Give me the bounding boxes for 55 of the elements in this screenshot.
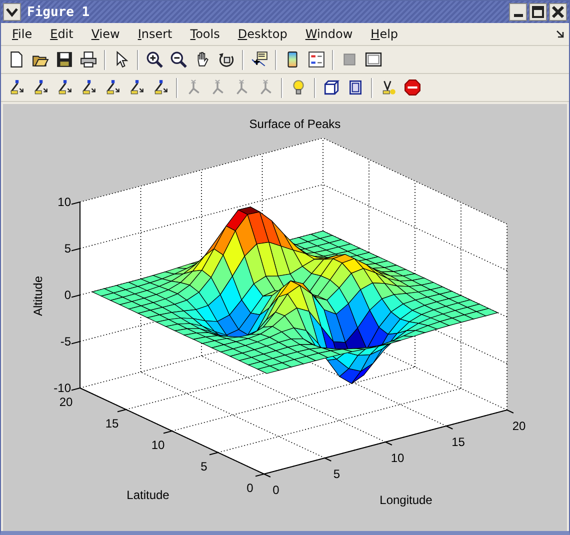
menu-item[interactable]: Help — [370, 27, 398, 41]
stop-icon[interactable] — [404, 79, 421, 96]
camera-arrows-icon[interactable] — [8, 79, 25, 96]
chevron-down-icon[interactable] — [3, 3, 21, 21]
menu-item[interactable]: Insert — [138, 27, 172, 41]
camera-arrows-icon[interactable] — [80, 79, 97, 96]
data-cursor-icon[interactable] — [251, 51, 268, 68]
camera-light-icon[interactable] — [380, 79, 397, 96]
tick-label: 0 — [64, 288, 71, 302]
tick-label: 15 — [452, 435, 465, 449]
save-icon[interactable] — [56, 51, 73, 68]
dock-arrow-icon[interactable] — [555, 29, 565, 39]
cube-icon[interactable] — [323, 79, 340, 96]
camera-arrows-icon[interactable] — [32, 79, 49, 96]
tick-label: 5 — [333, 467, 340, 481]
axis-label: Longitude — [380, 493, 432, 507]
menu-item[interactable]: Desktop — [238, 27, 288, 41]
tick-label: 5 — [200, 460, 208, 474]
tick-label: 10 — [58, 195, 71, 209]
maximize-icon[interactable] — [529, 3, 547, 21]
camera-arrows-icon[interactable] — [56, 79, 73, 96]
rotate-icon[interactable] — [218, 51, 235, 68]
tick-label: 20 — [512, 419, 526, 433]
zoom-out-icon[interactable] — [170, 51, 187, 68]
menu-item[interactable]: File — [12, 27, 32, 41]
tick-label: 10 — [151, 438, 165, 452]
menu-item[interactable]: View — [91, 27, 120, 41]
camera-arrows-icon[interactable] — [128, 79, 145, 96]
tick-label: -5 — [60, 334, 71, 348]
menu-item[interactable]: Edit — [50, 27, 74, 41]
tick-label: 20 — [59, 395, 73, 409]
close-icon[interactable] — [549, 3, 567, 21]
square-icon[interactable] — [341, 51, 358, 68]
tick-label: 0 — [246, 481, 254, 495]
new-file-icon[interactable] — [8, 51, 25, 68]
tick-label: 5 — [64, 242, 71, 256]
window-title: Figure 1 — [27, 4, 90, 20]
camera-arrows-icon[interactable] — [104, 79, 121, 96]
legend-icon[interactable] — [308, 51, 325, 68]
print-icon[interactable] — [80, 51, 97, 68]
axis-label: Latitude — [126, 488, 170, 502]
tick-label: -10 — [54, 381, 71, 395]
tick-label: 15 — [105, 416, 119, 430]
tick-label: 0 — [272, 483, 280, 497]
window-icon[interactable] — [365, 51, 382, 68]
menu-item[interactable]: Window — [305, 27, 353, 41]
box-icon[interactable] — [347, 79, 364, 96]
camera-arrows-icon[interactable] — [152, 79, 169, 96]
tick-label: 10 — [390, 451, 404, 465]
menu-item[interactable]: Tools — [190, 27, 220, 41]
axis-label: Altitude — [31, 276, 45, 316]
plot-title: Surface of Peaks — [249, 117, 341, 131]
minimize-icon[interactable] — [509, 3, 527, 21]
light-bulb-icon[interactable] — [290, 79, 307, 96]
zoom-in-icon[interactable] — [146, 51, 163, 68]
